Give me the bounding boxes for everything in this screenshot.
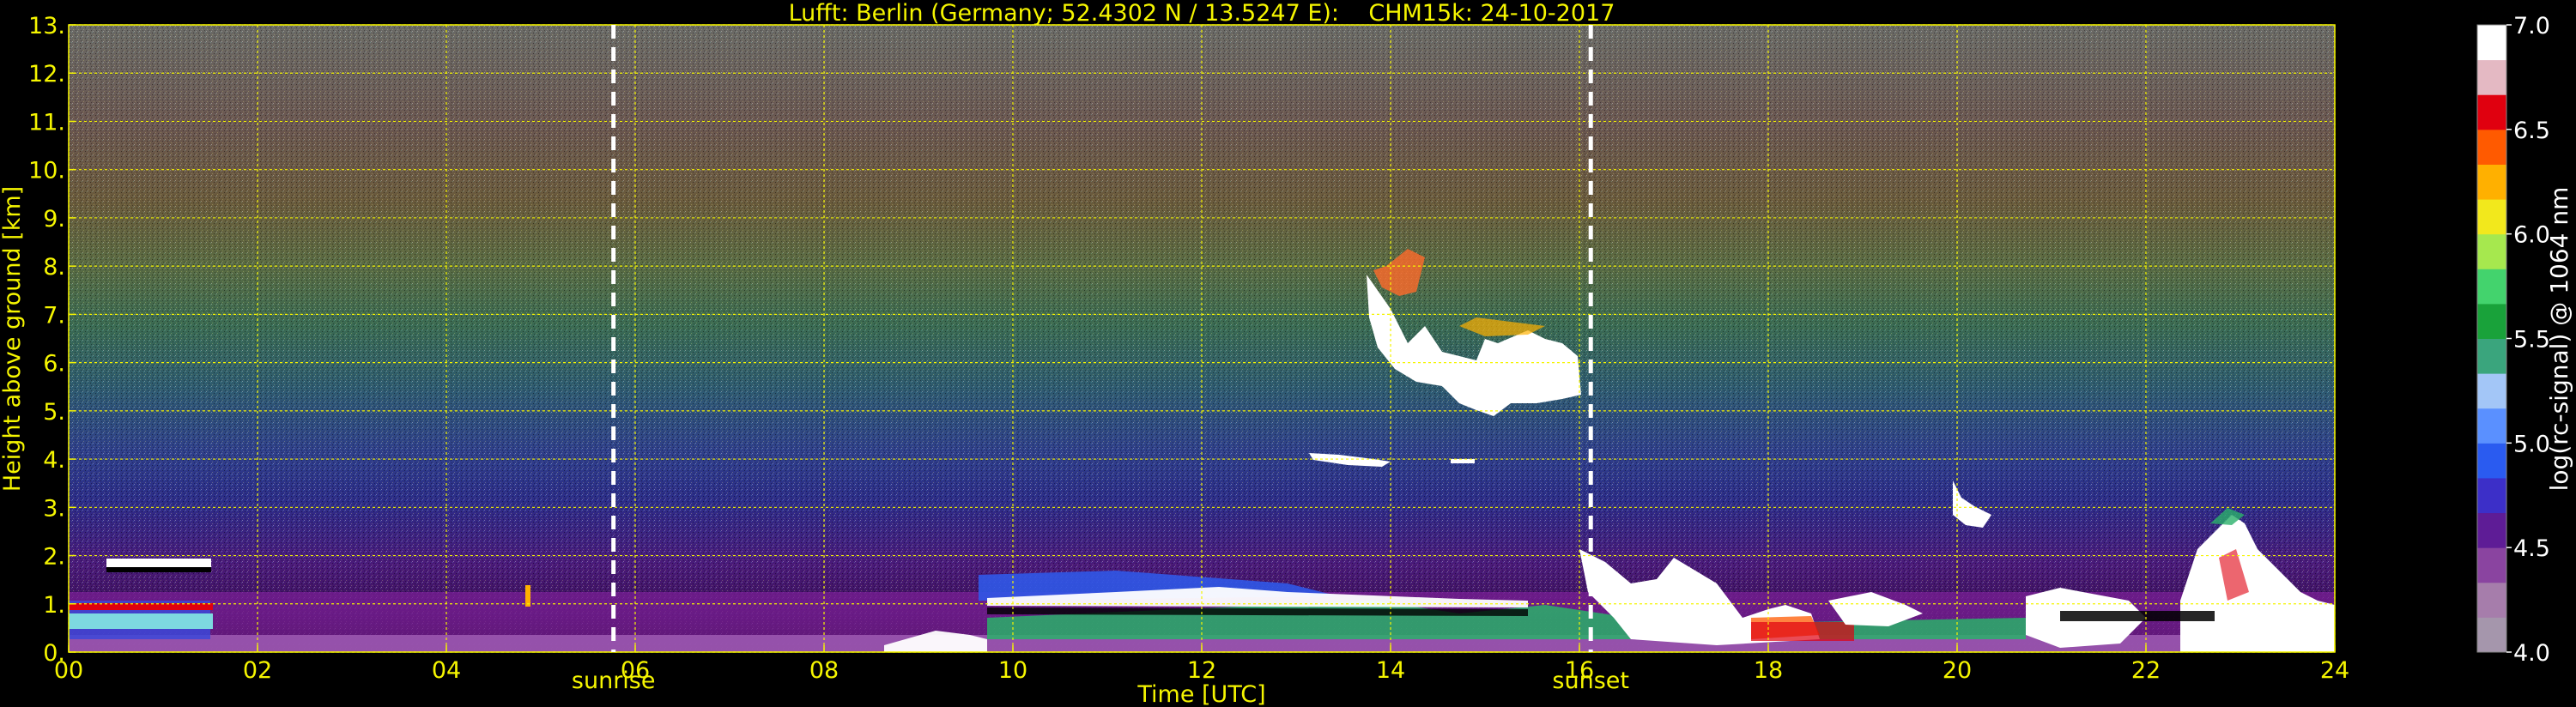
x-tick-label: 04 [432, 657, 461, 684]
ceilometer-chart: 00 02 04 06 08 10 12 14 16 18 20 22 24 0.1.2.3.4.5.6… [0, 0, 2573, 707]
colorbar-segment [2477, 338, 2506, 374]
low-cloud-base [106, 567, 211, 572]
y-tick-label: 0. [43, 640, 65, 667]
colorbar-tick-label: 4.0 [2513, 640, 2550, 667]
x-tick-label: 12 [1187, 657, 1216, 684]
y-axis-label: Height above ground [km] [0, 186, 26, 492]
colorbar-segment [2477, 373, 2506, 409]
black-gap [2060, 611, 2215, 621]
colorbar-segment [2477, 25, 2506, 61]
y-tick-label: 13. [28, 13, 65, 39]
x-axis-label: Time [UTC] [1136, 681, 1265, 707]
y-tick-label: 8. [43, 254, 65, 281]
y-tick-label: 4. [43, 447, 65, 474]
colorbar-segment [2477, 512, 2506, 548]
x-tick-label: 20 [1943, 657, 1972, 684]
chart-title: Lufft: Berlin (Germany; 52.4302 N / 13.5… [789, 0, 1615, 27]
night-layer-cyan [69, 613, 213, 629]
x-tick-label: 22 [2131, 657, 2161, 684]
x-tick-label: 08 [809, 657, 839, 684]
x-tick-label: 14 [1376, 657, 1405, 684]
colorbar-segment [2477, 233, 2506, 269]
y-tick-label: 9. [43, 206, 65, 233]
y-tick-label: 11. [28, 109, 65, 136]
colorbar-segment [2477, 94, 2506, 130]
colorbar-segment [2477, 617, 2506, 653]
colorbar-label: log(rc-signal) @ 1064 nm [2545, 187, 2573, 492]
colorbar-tick-label: 4.5 [2513, 535, 2550, 562]
y-tick-label: 2. [43, 544, 65, 571]
x-tick-label: 10 [998, 657, 1027, 684]
sunset-label: sunset [1552, 668, 1629, 694]
colorbar-segment [2477, 269, 2506, 305]
y-tick-label: 7. [43, 302, 65, 329]
low-cloud [106, 559, 211, 567]
y-tick-label: 10. [28, 158, 65, 184]
evening-layer-red [1751, 622, 1854, 641]
x-tick-label: 24 [2320, 657, 2349, 684]
y-tick-label: 3. [43, 495, 65, 522]
colorbar-segment [2477, 199, 2506, 235]
y-tick-label: 12. [28, 61, 65, 88]
colorbar-segment [2477, 408, 2506, 444]
colorbar-tick-label: 6.5 [2513, 118, 2550, 144]
y-tick-label: 1. [43, 592, 65, 619]
colorbar-segment [2477, 443, 2506, 479]
colorbar-segment [2477, 582, 2506, 618]
y-tick-label: 6. [43, 351, 65, 378]
colorbar: 4.04.55.05.56.06.57.0 [2476, 13, 2550, 667]
colorbar-segment [2477, 129, 2506, 165]
y-tick-label: 5. [43, 399, 65, 426]
colorbar-segment [2477, 164, 2506, 200]
sunrise-label: sunrise [572, 668, 656, 694]
colorbar-tick-label: 7.0 [2513, 13, 2550, 39]
colorbar-segment [2477, 303, 2506, 339]
colorbar-segment [2477, 547, 2506, 583]
colorbar-segment [2477, 59, 2506, 95]
x-tick-label: 02 [243, 657, 272, 684]
x-tick-label: 18 [1754, 657, 1783, 684]
colorbar-segment [2477, 477, 2506, 514]
thin-elevated-layer-2 [1451, 459, 1475, 463]
